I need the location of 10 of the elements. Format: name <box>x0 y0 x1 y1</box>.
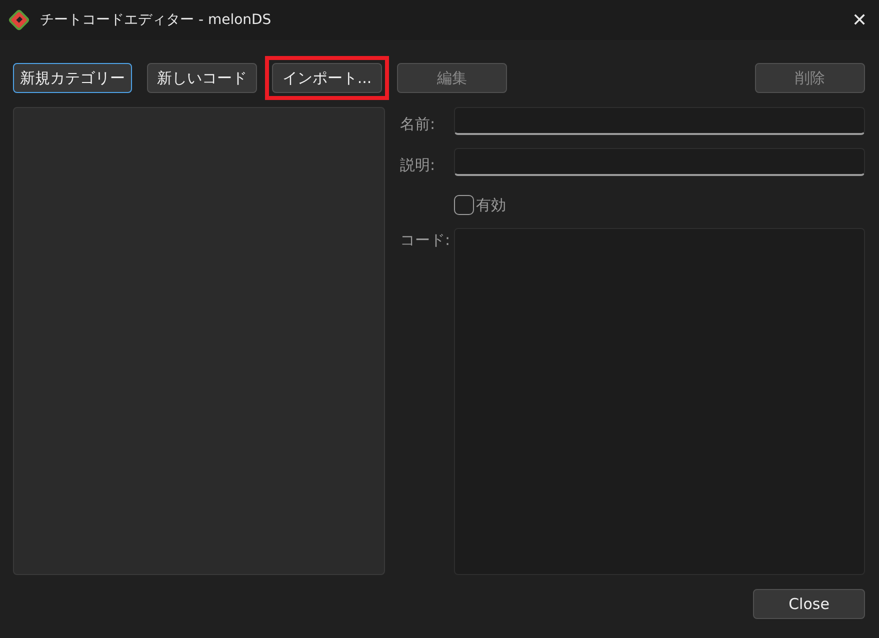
field-label: コード: <box>400 230 452 250</box>
toolbar-button[interactable]: インポート... <box>272 63 382 93</box>
toolbar-button[interactable]: 新規カテゴリー <box>13 63 132 93</box>
field-label: 説明: <box>400 156 436 174</box>
window-title: チートコードエディター - melonDS <box>40 11 272 29</box>
close-button[interactable]: ✕ <box>848 9 871 31</box>
field-label: 名前: <box>400 114 436 134</box>
close-button[interactable]: Close <box>753 589 865 619</box>
checkbox-label: 有効 <box>476 196 506 214</box>
toolbar-button[interactable]: 新しいコード <box>147 63 257 93</box>
